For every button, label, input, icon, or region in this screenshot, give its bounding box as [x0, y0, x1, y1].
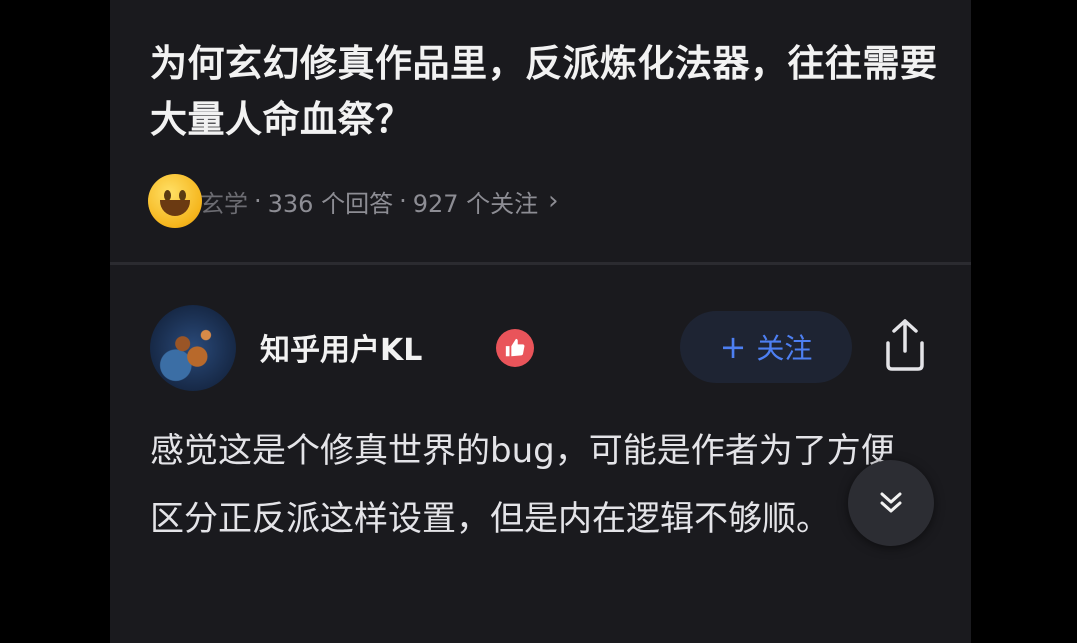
answers-count: 336 个回答: [267, 189, 394, 218]
author-name[interactable]: 知乎用户KL: [260, 325, 422, 369]
answer-author-bar: 知乎用户KL + 关注: [150, 305, 940, 391]
chevron-right-icon[interactable]: ›: [548, 186, 558, 216]
section-divider: [110, 262, 971, 265]
meta-separator: ·: [254, 187, 262, 215]
avatar[interactable]: [150, 305, 236, 391]
share-icon[interactable]: [880, 317, 930, 373]
plus-icon: +: [719, 328, 747, 366]
answer-content[interactable]: 感觉这是个修真世界的bug，可能是作者为了方便区分正反派这样设置，但是内在逻辑不…: [150, 417, 910, 553]
follow-button[interactable]: + 关注: [680, 311, 852, 383]
app-screen: 为何玄幻修真作品里，反派炼化法器，往往需要大量人命血祭？ 玄学 · 336 个回…: [110, 0, 971, 643]
followers-count: 927 个关注: [412, 189, 539, 218]
grinning-face-icon: [148, 174, 202, 228]
question-header[interactable]: 为何玄幻修真作品里，反派炼化法器，往往需要大量人命血祭？ 玄学 · 336 个回…: [110, 0, 971, 262]
topic-tag-partial[interactable]: 玄学: [200, 184, 248, 219]
thumbs-up-badge-icon: [496, 329, 534, 367]
double-chevron-down-icon[interactable]: [848, 460, 934, 546]
follow-label: 关注: [756, 332, 813, 365]
question-title[interactable]: 为何玄幻修真作品里，反派炼化法器，往往需要大量人命血祭？: [150, 36, 950, 148]
meta-separator: ·: [399, 187, 407, 215]
question-meta[interactable]: 玄学 · 336 个回答 · 927 个关注 ›: [148, 174, 559, 228]
